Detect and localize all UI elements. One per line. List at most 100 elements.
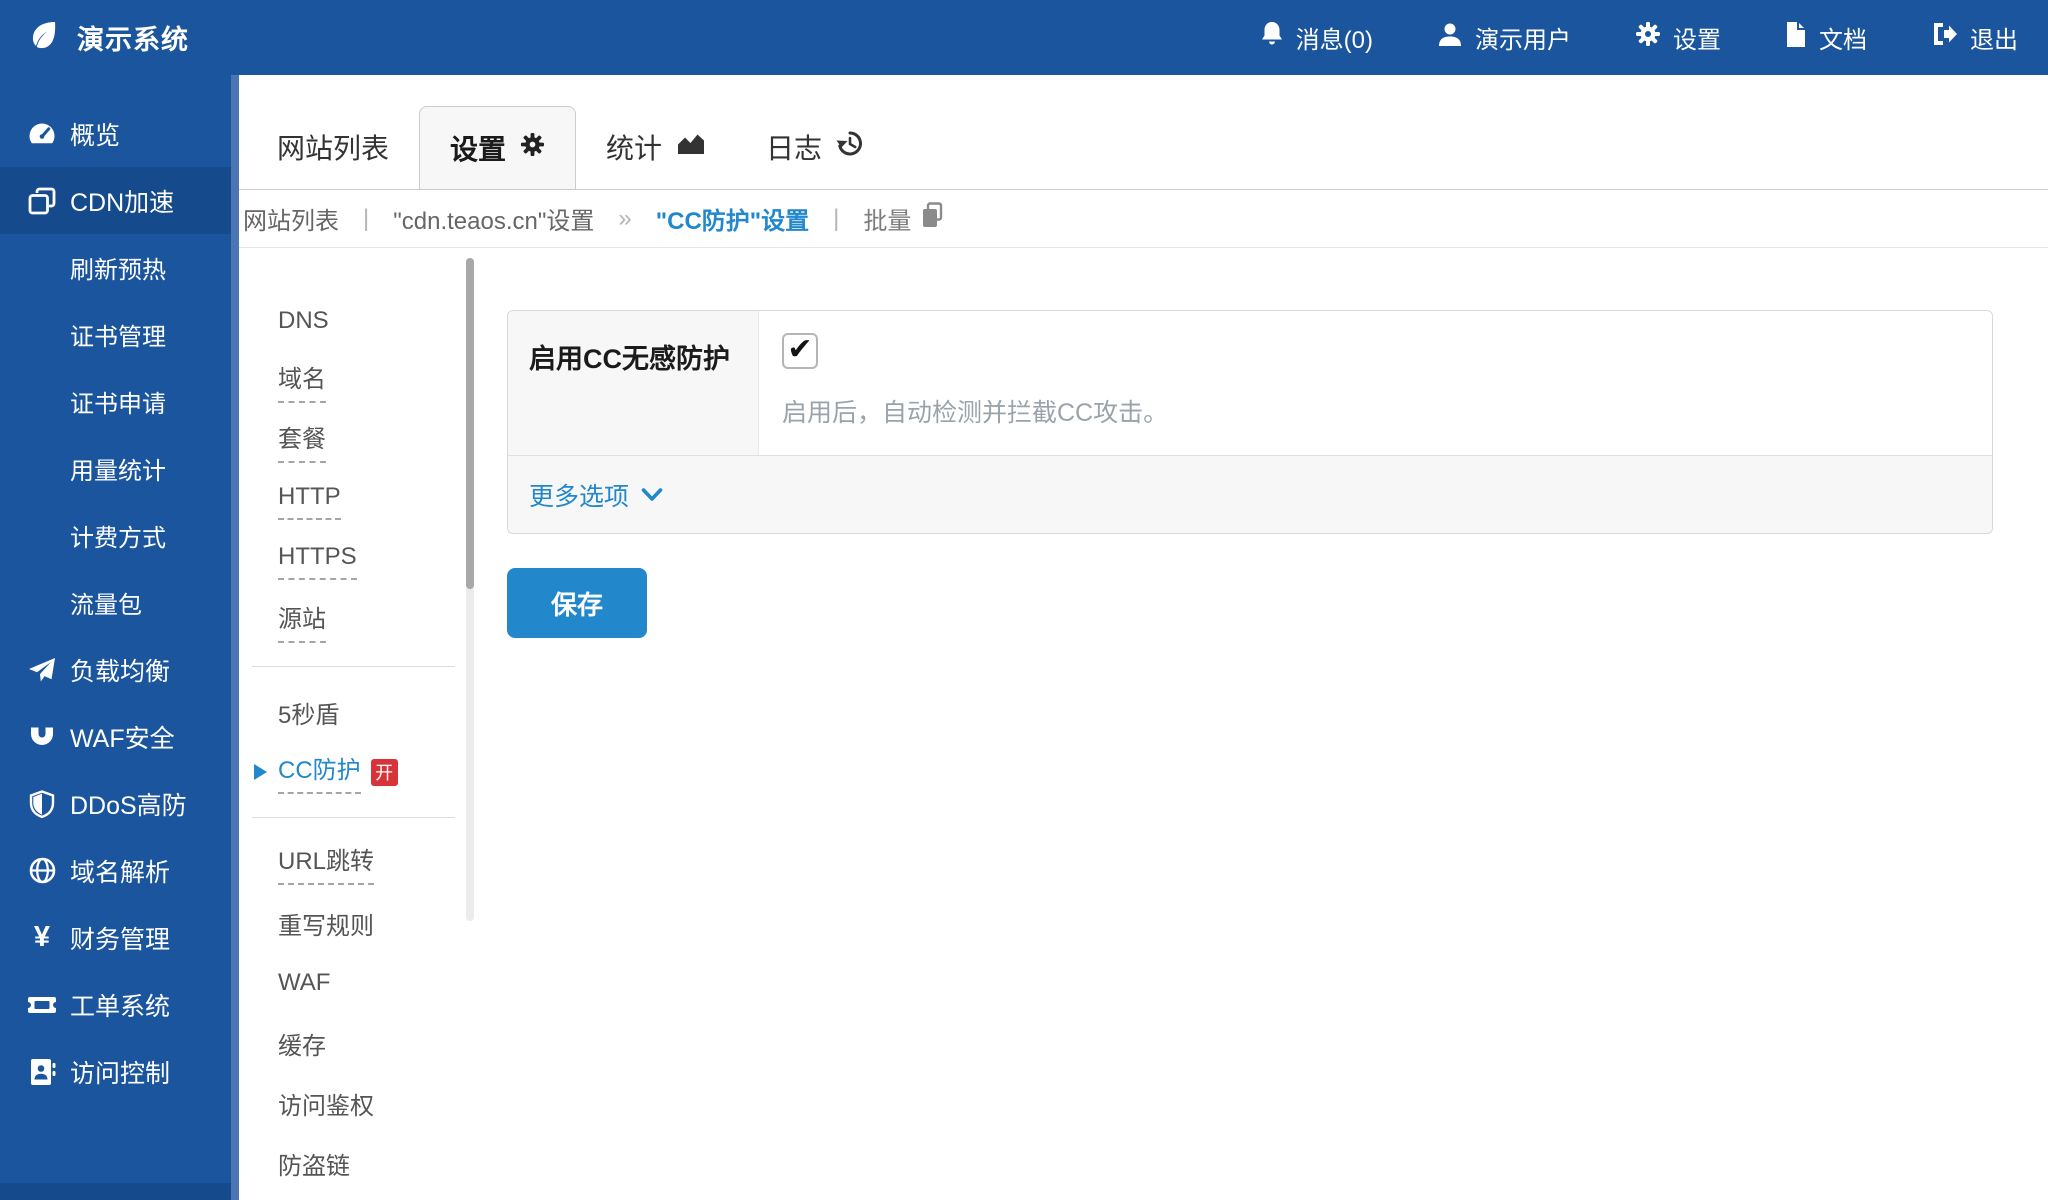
app-window: 演示系统 消息(0) 演示用户 设置	[0, 0, 2048, 1200]
sidebar-item-ddos[interactable]: DDoS高防	[0, 770, 239, 837]
breadcrumb-separator: |	[833, 205, 839, 233]
sidebar: 概览 CDN加速 刷新预热 证书管理 证书申请 用量统计 计费方式	[0, 75, 239, 1200]
subnav-item-url-redirect[interactable]: URL跳转	[278, 833, 466, 893]
dashboard-icon	[27, 119, 57, 149]
chevron-down-icon	[641, 480, 663, 509]
messages-label: 消息(0)	[1296, 20, 1373, 55]
tab-strip: 网站列表 设置 统计 日志	[239, 75, 2048, 190]
tab-settings[interactable]: 设置	[419, 106, 576, 190]
cc-on-badge: 开	[371, 759, 398, 786]
subnav-item-cache[interactable]: 缓存	[278, 1013, 466, 1073]
sidebar-item-label: CDN加速	[70, 183, 174, 219]
breadcrumb-cc-settings[interactable]: "CC防护"设置	[656, 201, 809, 236]
sidebar-item-label: 刷新预热	[70, 250, 166, 285]
user-menu-item[interactable]: 演示用户	[1437, 20, 1571, 55]
sidebar-item-label: 用量统计	[70, 451, 166, 486]
breadcrumb-separator: |	[363, 205, 369, 233]
cc-protection-panel: 启用CC无感防护 ✔ 启用后，自动检测并拦截CC攻击。 更多选项	[507, 310, 1993, 534]
sidebar-item-overview[interactable]: 概览	[0, 100, 239, 167]
breadcrumb-site-list[interactable]: 网站列表	[243, 201, 339, 236]
sidebar-item-finance[interactable]: ¥ 财务管理	[0, 904, 239, 971]
tab-logs[interactable]: 日志	[736, 105, 894, 189]
logout-label: 退出	[1970, 20, 2018, 55]
sidebar-item-cert-apply[interactable]: 证书申请	[0, 368, 239, 435]
sidebar-item-label: 负载均衡	[70, 652, 170, 688]
globe-icon	[27, 856, 57, 886]
batch-action[interactable]: 批量	[863, 201, 945, 236]
breadcrumb-separator: »	[618, 205, 631, 233]
sidebar-item-traffic-pack[interactable]: 流量包	[0, 569, 239, 636]
sidebar-item-load-balance[interactable]: 负载均衡	[0, 636, 239, 703]
subnav-item-plan[interactable]: 套餐	[278, 411, 466, 471]
subnav-divider	[252, 666, 455, 667]
clone-icon	[27, 186, 57, 216]
enable-cc-label: 启用CC无感防护	[508, 311, 759, 455]
cc-protection-checkbox[interactable]: ✔	[782, 333, 818, 369]
enable-cc-description: 启用后，自动检测并拦截CC攻击。	[782, 393, 1992, 429]
more-options-toggle[interactable]: 更多选项	[508, 455, 1992, 533]
paper-plane-icon	[27, 655, 57, 685]
tab-label: 统计	[606, 127, 662, 167]
sidebar-scrollbar[interactable]	[231, 75, 239, 1200]
breadcrumb-domain-settings[interactable]: "cdn.teaos.cn"设置	[393, 201, 594, 236]
subnav-item-5s-shield[interactable]: 5秒盾	[278, 682, 466, 742]
user-icon	[1437, 21, 1463, 54]
logout-menu-item[interactable]: 退出	[1931, 20, 2018, 55]
settings-label: 设置	[1673, 20, 1721, 55]
sidebar-item-waf[interactable]: WAF安全	[0, 703, 239, 770]
sidebar-item-access-control[interactable]: 访问控制	[0, 1038, 239, 1105]
sidebar-item-cdn[interactable]: CDN加速	[0, 167, 239, 234]
sidebar-item-refresh-prewarm[interactable]: 刷新预热	[0, 234, 239, 301]
sidebar-item-label: 工单系统	[70, 987, 170, 1023]
sidebar-item-label: 流量包	[70, 585, 142, 620]
subnav-item-rewrite-rules[interactable]: 重写规则	[278, 893, 466, 953]
cc-protection-form: 启用CC无感防护 ✔ 启用后，自动检测并拦截CC攻击。 更多选项	[474, 248, 2048, 1200]
area-chart-icon	[676, 131, 706, 164]
sidebar-item-label: 域名解析	[70, 853, 170, 889]
main-area: 网站列表 设置 统计 日志	[239, 75, 2048, 1200]
sidebar-item-label: 访问控制	[70, 1054, 170, 1090]
tab-statistics[interactable]: 统计	[576, 105, 736, 189]
sidebar-item-label: DDoS高防	[70, 786, 187, 822]
batch-label: 批量	[863, 201, 911, 236]
more-options-label: 更多选项	[529, 477, 629, 513]
brand-title: 演示系统	[77, 18, 189, 57]
subnav-item-waf[interactable]: WAF	[278, 953, 466, 1013]
topbar: 演示系统 消息(0) 演示用户 设置	[0, 0, 2048, 75]
history-icon	[836, 130, 864, 164]
subnav-item-access-auth[interactable]: 访问鉴权	[278, 1073, 466, 1133]
subnav-scrollbar[interactable]	[466, 258, 474, 921]
subnav-item-hotlink-protection[interactable]: 防盗链	[278, 1133, 466, 1193]
sidebar-item-billing-method[interactable]: 计费方式	[0, 502, 239, 569]
brand[interactable]: 演示系统	[27, 17, 189, 58]
copy-icon	[921, 202, 945, 235]
subnav-item-origin[interactable]: 源站	[278, 591, 466, 651]
messages-menu-item[interactable]: 消息(0)	[1260, 20, 1373, 55]
subnav-item-dns[interactable]: DNS	[278, 291, 466, 351]
leaf-logo-icon	[27, 17, 61, 58]
sidebar-item-dns-resolve[interactable]: 域名解析	[0, 837, 239, 904]
gear-icon	[1635, 21, 1661, 54]
breadcrumb: 网站列表 | "cdn.teaos.cn"设置 » "CC防护"设置 | 批量	[239, 190, 2048, 248]
sidebar-item-cert-manage[interactable]: 证书管理	[0, 301, 239, 368]
sidebar-item-label: 计费方式	[70, 518, 166, 553]
settings-subnav: DNS 域名 套餐 HTTP HTTPS 源站 5秒盾	[239, 248, 466, 1200]
save-button[interactable]: 保存	[507, 568, 647, 638]
subnav-scrollbar-thumb[interactable]	[466, 258, 474, 589]
tab-label: 日志	[766, 127, 822, 167]
yen-icon: ¥	[27, 923, 57, 953]
id-card-icon	[27, 1057, 57, 1087]
docs-menu-item[interactable]: 文档	[1785, 20, 1867, 55]
subnav-item-domain[interactable]: 域名	[278, 351, 466, 411]
settings-menu-item[interactable]: 设置	[1635, 20, 1721, 55]
subnav-item-https[interactable]: HTTPS	[278, 531, 466, 591]
sidebar-item-usage-stats[interactable]: 用量统计	[0, 435, 239, 502]
sidebar-item-label: 财务管理	[70, 920, 170, 956]
sidebar-item-tickets[interactable]: 工单系统	[0, 971, 239, 1038]
active-pointer-icon	[254, 764, 267, 780]
subnav-item-cc-protection[interactable]: CC防护 开	[278, 742, 466, 802]
tab-label: 网站列表	[277, 127, 389, 167]
subnav-divider	[252, 817, 455, 818]
subnav-item-http[interactable]: HTTP	[278, 471, 466, 531]
tab-site-list[interactable]: 网站列表	[247, 105, 419, 189]
